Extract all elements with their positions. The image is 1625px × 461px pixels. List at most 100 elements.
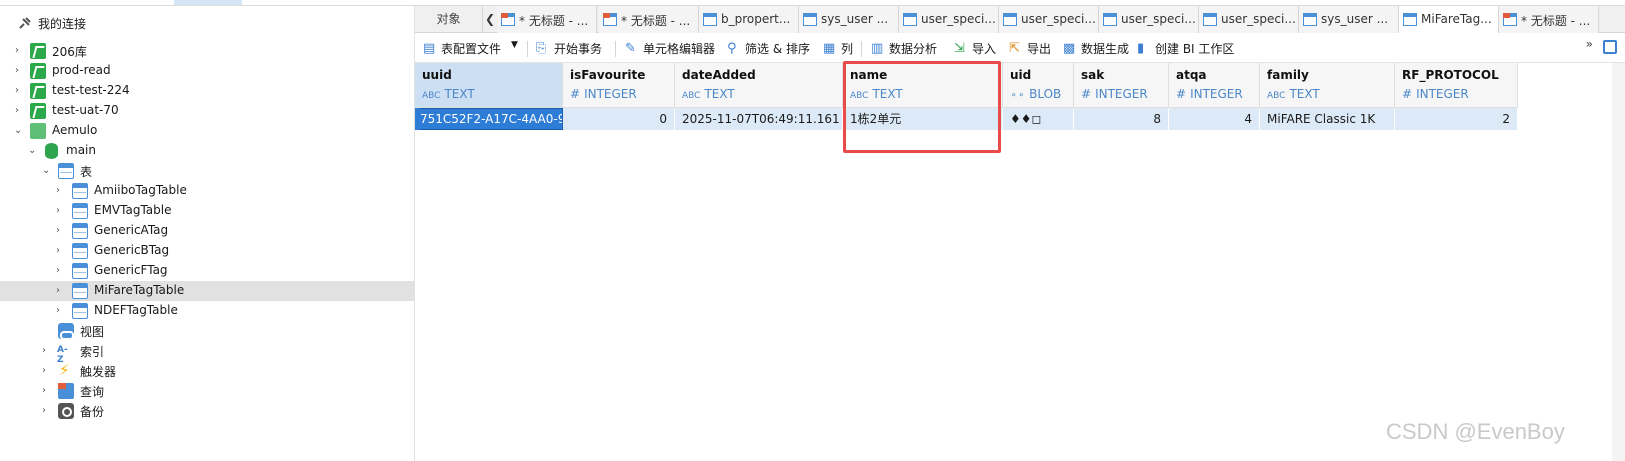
tree-item-queries[interactable]: › 查询	[0, 381, 415, 401]
tab-objects[interactable]: 对象	[415, 6, 483, 33]
table-label: NDEFTagTable	[94, 303, 178, 317]
table-cell[interactable]: 751C52F2-A17C-4AA0-9	[415, 108, 563, 130]
chevron-right-icon[interactable]: ›	[15, 66, 23, 76]
chevron-right-icon[interactable]: ›	[42, 386, 50, 396]
column-type: INTEGER	[584, 87, 637, 101]
table-cell[interactable]: 8	[1074, 108, 1169, 130]
column-header-rf-protocol[interactable]: RF_PROTOCOL # INTEGER	[1395, 63, 1518, 108]
vertical-scrollbar[interactable]	[1612, 63, 1625, 461]
tab[interactable]: user_speci...	[999, 6, 1099, 33]
query-icon	[603, 13, 617, 26]
tab-label: user_speci...	[921, 12, 995, 26]
data-generation-icon: ▩	[1063, 41, 1076, 56]
table-icon	[1403, 13, 1417, 26]
tab-active[interactable]: MiFareTag...	[1399, 6, 1499, 33]
column-header-family[interactable]: family ABC TEXT	[1260, 63, 1395, 108]
tree-item-connection[interactable]: › test-uat-70	[0, 101, 415, 121]
tree-item-table[interactable]: › AmiiboTagTable	[0, 181, 415, 201]
chevron-right-icon[interactable]: ›	[56, 226, 64, 236]
bar-chart-icon: ▥	[871, 41, 884, 56]
column-header-isfavourite[interactable]: isFavourite # INTEGER	[563, 63, 675, 108]
connection-label: prod-read	[52, 63, 111, 77]
tab[interactable]: * 无标题 - ...	[599, 6, 699, 33]
chevron-right-icon[interactable]: ›	[56, 186, 64, 196]
table-label: GenericATag	[94, 223, 169, 237]
tree-item-schema-main[interactable]: ⌄ main	[0, 141, 415, 161]
tree-item-table[interactable]: › GenericATag	[0, 221, 415, 241]
column-header-atqa[interactable]: atqa # INTEGER	[1169, 63, 1260, 108]
table-cell[interactable]: 2025-11-07T06:49:11.161	[675, 108, 843, 130]
connection-label: Aemulo	[52, 123, 98, 137]
chevron-down-icon[interactable]: ⌄	[42, 166, 50, 176]
panel-toggle-icon[interactable]	[1603, 40, 1617, 54]
connection-icon	[30, 43, 46, 59]
table-cell[interactable]: 4	[1169, 108, 1260, 130]
column-name: uid	[1010, 68, 1032, 82]
table-icon	[72, 283, 88, 299]
tab[interactable]: sys_user ...	[799, 6, 899, 33]
chevron-right-icon[interactable]: ›	[15, 46, 23, 56]
row-selection-marker	[415, 108, 420, 130]
table-icon	[903, 13, 917, 26]
connection-sidebar: 我的连接 › 206库 › prod-read › test-test-224 …	[0, 6, 415, 461]
tree-item-table[interactable]: › GenericFTag	[0, 261, 415, 281]
index-az-icon: A-Z	[57, 345, 68, 365]
chevron-right-icon[interactable]: ›	[56, 266, 64, 276]
tab-label: sys_user ...	[1321, 12, 1389, 26]
chevron-down-icon[interactable]: ⌄	[14, 126, 22, 136]
tree-item-table[interactable]: › NDEFTagTable	[0, 301, 415, 321]
tree-item-indexes[interactable]: › A-Z 索引	[0, 341, 415, 365]
tab[interactable]: sys_user ...	[1299, 6, 1399, 33]
tab[interactable]: * 无标题 - ...	[497, 6, 597, 33]
tree-item-table[interactable]: › GenericBTag	[0, 241, 415, 261]
tab[interactable]: user_speci...	[1199, 6, 1299, 33]
filter-icon: ⚲	[727, 41, 737, 56]
tab-label: * 无标题 - ...	[1521, 14, 1591, 28]
chevron-right-icon[interactable]: ›	[56, 306, 64, 316]
tree-item-connection[interactable]: › prod-read	[0, 61, 415, 81]
tree-item-tables-group[interactable]: ⌄ 表	[0, 161, 415, 181]
tab-label: * 无标题 - ...	[519, 14, 589, 28]
chevron-right-icon[interactable]: ›	[56, 286, 64, 296]
table-toolbar: ▤ 表配置文件 ▼ ⎘ 开始事务 ✎ 单元格编辑器 ⚲ 筛选 & 排序 ▦ 列 …	[415, 33, 1625, 63]
tab[interactable]: user_speci...	[899, 6, 999, 33]
table-cell[interactable]: ♦♦◻	[1003, 108, 1074, 130]
column-header-uid[interactable]: uid ⚬⚬ BLOB	[1003, 63, 1074, 108]
tree-item-table-selected[interactable]: › MiFareTagTable	[0, 281, 415, 301]
table-icon	[72, 183, 88, 199]
tab[interactable]: * 无标题 - ...	[1499, 6, 1599, 33]
column-type: TEXT	[704, 87, 735, 101]
filter-sort-label: 筛选 & 排序	[745, 42, 810, 56]
column-name: isFavourite	[570, 68, 646, 82]
chevron-right-icon[interactable]: ›	[15, 106, 23, 116]
chevron-right-icon[interactable]: ›	[42, 346, 50, 356]
tree-item-triggers[interactable]: › ⚡ 触发器	[0, 361, 415, 381]
column-header-uuid[interactable]: uuid ABC TEXT	[415, 63, 563, 108]
dropdown-arrow-icon: ▼	[511, 40, 518, 50]
chevron-down-icon[interactable]: ⌄	[28, 146, 36, 156]
cell-editor-label: 单元格编辑器	[643, 42, 716, 56]
tab[interactable]: user_speci...	[1099, 6, 1199, 33]
import-label: 导入	[972, 42, 997, 56]
column-header-dateadded[interactable]: dateAdded ABC TEXT	[675, 63, 843, 108]
table-cell[interactable]: 2	[1395, 108, 1518, 130]
tab-label: user_speci...	[1021, 12, 1095, 26]
table-cell[interactable]: MiFARE Classic 1K	[1260, 108, 1395, 130]
toolbar-overflow-icon[interactable]: »	[1586, 37, 1593, 51]
table-cell[interactable]: 0	[563, 108, 675, 130]
chevron-right-icon[interactable]: ›	[56, 206, 64, 216]
column-header-sak[interactable]: sak # INTEGER	[1074, 63, 1169, 108]
chevron-right-icon[interactable]: ›	[42, 366, 50, 376]
tree-item-connection-aemulo[interactable]: ⌄ Aemulo	[0, 121, 415, 141]
chevron-right-icon[interactable]: ›	[56, 246, 64, 256]
tree-item-table[interactable]: › EMVTagTable	[0, 201, 415, 221]
chevron-right-icon[interactable]: ›	[42, 406, 50, 416]
query-icon	[58, 383, 74, 399]
tree-item-connection[interactable]: › 206库	[0, 41, 415, 61]
tree-item-views[interactable]: 视图	[0, 321, 415, 341]
chevron-right-icon[interactable]: ›	[15, 86, 23, 96]
table-icon	[1203, 13, 1217, 26]
tab[interactable]: b_propert...	[699, 6, 799, 33]
tree-item-backups[interactable]: › 备份	[0, 401, 415, 421]
tree-item-connection[interactable]: › test-test-224	[0, 81, 415, 101]
